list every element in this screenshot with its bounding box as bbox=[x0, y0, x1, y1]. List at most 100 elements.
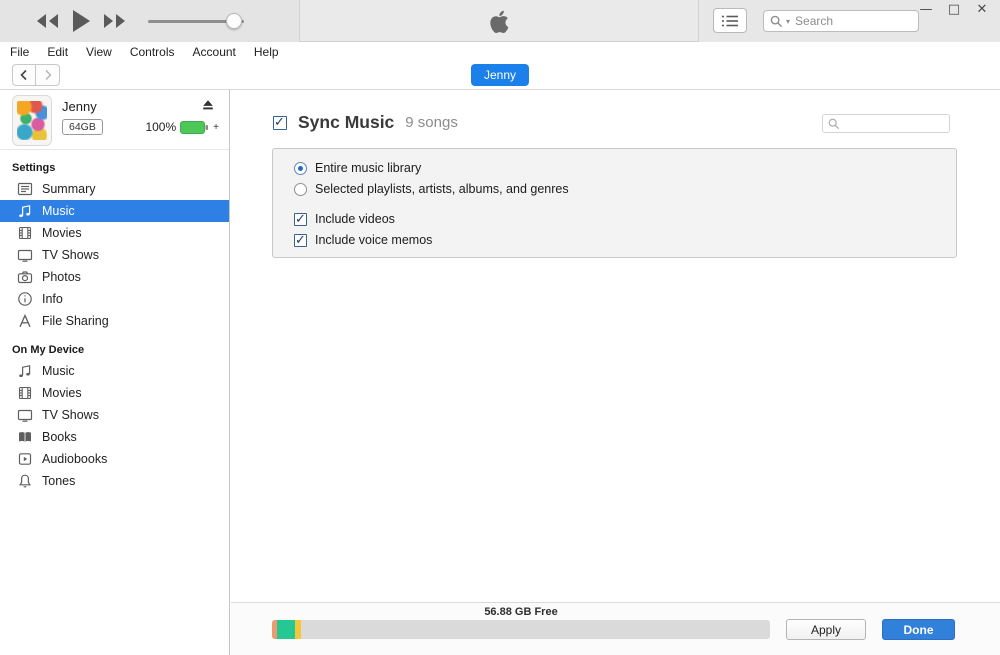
radio-selected-playlists[interactable] bbox=[294, 183, 307, 196]
capacity-bar bbox=[272, 620, 770, 639]
summary-icon bbox=[17, 181, 33, 197]
sidebar-item-label: Photos bbox=[42, 270, 81, 284]
apple-logo-icon bbox=[487, 8, 513, 36]
fast-forward-button[interactable] bbox=[102, 13, 128, 29]
menu-edit[interactable]: Edit bbox=[38, 45, 77, 59]
forward-button[interactable] bbox=[36, 64, 60, 86]
menu-controls[interactable]: Controls bbox=[121, 45, 184, 59]
list-icon bbox=[721, 14, 739, 28]
capacity-segment-audio bbox=[277, 620, 295, 639]
sidebar: Jenny 64GB 100% + Settings Summary Music… bbox=[0, 90, 230, 655]
info-icon bbox=[17, 291, 33, 307]
navigation-row: Jenny bbox=[0, 61, 1000, 90]
sync-options-panel: Entire music library Selected playlists,… bbox=[272, 148, 957, 258]
capacity-segment-apps bbox=[295, 620, 301, 639]
music-note-icon bbox=[17, 203, 33, 219]
sidebar-item-summary[interactable]: Summary bbox=[0, 178, 229, 200]
sidebar-item-label: Info bbox=[42, 292, 63, 306]
sidebar-item-label: TV Shows bbox=[42, 408, 99, 422]
battery-icon bbox=[180, 121, 209, 134]
search-icon bbox=[828, 118, 840, 130]
window-controls: — □ ✕ bbox=[914, 2, 994, 18]
content-search-input[interactable] bbox=[822, 114, 950, 133]
film-icon bbox=[17, 385, 33, 401]
sidebar-item-file-sharing[interactable]: File Sharing bbox=[0, 310, 229, 332]
open-book-icon bbox=[17, 429, 33, 445]
search-icon bbox=[770, 15, 783, 28]
sidebar-item-label: Books bbox=[42, 430, 77, 444]
tv-icon bbox=[17, 247, 33, 263]
toolbar: ▾ Search — □ ✕ bbox=[0, 0, 1000, 42]
sync-music-title: Sync Music bbox=[298, 112, 394, 133]
sidebar-item-tones[interactable]: Tones bbox=[0, 470, 229, 492]
close-button[interactable]: ✕ bbox=[970, 2, 994, 18]
sidebar-item-label: Music bbox=[42, 204, 75, 218]
radio-label: Entire music library bbox=[315, 161, 421, 175]
done-button[interactable]: Done bbox=[882, 619, 955, 640]
sidebar-item-audiobooks[interactable]: Audiobooks bbox=[0, 448, 229, 470]
search-placeholder: Search bbox=[795, 14, 833, 28]
battery-percentage: 100% bbox=[145, 120, 176, 134]
sidebar-item-label: Tones bbox=[42, 474, 75, 488]
audiobook-icon bbox=[17, 451, 33, 467]
eject-icon[interactable] bbox=[201, 98, 215, 112]
rewind-button[interactable] bbox=[34, 13, 60, 29]
sidebar-item-label: Music bbox=[42, 364, 75, 378]
minimize-button[interactable]: — bbox=[914, 2, 938, 18]
sync-music-checkbox[interactable] bbox=[273, 116, 287, 130]
device-tab-jenny[interactable]: Jenny bbox=[471, 64, 529, 86]
volume-slider[interactable] bbox=[148, 18, 244, 24]
sidebar-item-device-tv-shows[interactable]: TV Shows bbox=[0, 404, 229, 426]
sidebar-item-movies[interactable]: Movies bbox=[0, 222, 229, 244]
sidebar-item-label: Movies bbox=[42, 386, 82, 400]
footer-bar: 56.88 GB Free Apply Done bbox=[231, 602, 1000, 655]
charging-icon: + bbox=[213, 122, 219, 133]
back-button[interactable] bbox=[12, 64, 36, 86]
maximize-button[interactable]: □ bbox=[942, 2, 966, 18]
sidebar-item-tv-shows[interactable]: TV Shows bbox=[0, 244, 229, 266]
include-videos-checkbox[interactable] bbox=[294, 213, 307, 226]
toolbar-search-input[interactable]: ▾ Search bbox=[763, 10, 919, 32]
sidebar-item-music[interactable]: Music bbox=[0, 200, 229, 222]
tv-icon bbox=[17, 407, 33, 423]
free-space-label: 56.88 GB Free bbox=[272, 606, 770, 618]
toolbar-right-section: ▾ Search — □ ✕ bbox=[698, 0, 1000, 42]
film-icon bbox=[17, 225, 33, 241]
file-sharing-icon bbox=[17, 313, 33, 329]
sidebar-item-books[interactable]: Books bbox=[0, 426, 229, 448]
main-content: Sync Music 9 songs Entire music library … bbox=[231, 90, 1000, 655]
device-thumbnail bbox=[12, 95, 52, 146]
apply-button[interactable]: Apply bbox=[786, 619, 866, 640]
radio-entire-library[interactable] bbox=[294, 162, 307, 175]
device-header: Jenny 64GB 100% + bbox=[0, 90, 229, 150]
sidebar-item-device-movies[interactable]: Movies bbox=[0, 382, 229, 404]
battery-status: 100% + bbox=[145, 120, 219, 134]
play-button[interactable] bbox=[71, 9, 91, 33]
music-note-icon bbox=[17, 363, 33, 379]
device-name: Jenny bbox=[62, 99, 97, 114]
itunes-window: ▾ Search — □ ✕ File Edit View Controls A… bbox=[0, 0, 1000, 655]
sidebar-item-info[interactable]: Info bbox=[0, 288, 229, 310]
camera-icon bbox=[17, 269, 33, 285]
menu-help[interactable]: Help bbox=[245, 45, 288, 59]
playback-section bbox=[0, 0, 300, 42]
volume-knob[interactable] bbox=[226, 13, 242, 29]
checkbox-label: Include videos bbox=[315, 212, 395, 226]
sidebar-item-label: TV Shows bbox=[42, 248, 99, 262]
menu-account[interactable]: Account bbox=[184, 45, 245, 59]
radio-label: Selected playlists, artists, albums, and… bbox=[315, 182, 569, 196]
menu-bar: File Edit View Controls Account Help bbox=[0, 42, 1000, 61]
include-voice-memos-checkbox[interactable] bbox=[294, 234, 307, 247]
bell-icon bbox=[17, 473, 33, 489]
device-capacity-badge: 64GB bbox=[62, 119, 103, 135]
sidebar-section-settings: Settings bbox=[0, 150, 229, 178]
sidebar-item-label: Audiobooks bbox=[42, 452, 107, 466]
sidebar-item-device-music[interactable]: Music bbox=[0, 360, 229, 382]
menu-file[interactable]: File bbox=[10, 45, 38, 59]
sidebar-section-on-my-device: On My Device bbox=[0, 332, 229, 360]
song-count: 9 songs bbox=[405, 114, 458, 131]
menu-view[interactable]: View bbox=[77, 45, 121, 59]
sidebar-item-photos[interactable]: Photos bbox=[0, 266, 229, 288]
checkbox-label: Include voice memos bbox=[315, 233, 432, 247]
up-next-list-button[interactable] bbox=[713, 8, 747, 33]
